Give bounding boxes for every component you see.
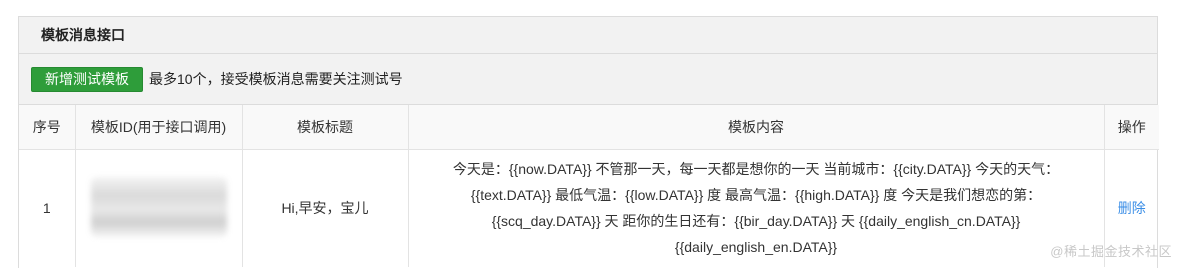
delete-link[interactable]: 删除 [1118, 200, 1146, 216]
header-index: 序号 [19, 105, 76, 149]
header-action: 操作 [1117, 118, 1146, 135]
header-template-title: 模板标题 [242, 105, 409, 149]
panel-title: 模板消息接口 [19, 17, 1157, 54]
template-table: 序号 模板ID(用于接口调用) 模板标题 模板内容 操作 1 Hi,早安，宝儿 … [19, 105, 1159, 267]
table-row: 1 Hi,早安，宝儿 今天是：{{now.DATA}} 不管那一天，每一天都是想… [19, 149, 1159, 267]
row-template-id [75, 149, 243, 267]
header-template-content: 模板内容 [408, 105, 1105, 149]
template-limit-note: 最多10个，接受模板消息需要关注测试号 [149, 71, 403, 87]
toolbar: 新增测试模板 最多10个，接受模板消息需要关注测试号 [19, 54, 1157, 105]
row-template-title: Hi,早安，宝儿 [242, 149, 409, 267]
watermark: @稀土掘金技术社区 [1050, 244, 1172, 259]
table-header-row: 序号 模板ID(用于接口调用) 模板标题 模板内容 操作 [19, 105, 1159, 149]
row-index: 1 [19, 149, 76, 267]
row-template-content: 今天是：{{now.DATA}} 不管那一天，每一天都是想你的一天 当前城市：{… [408, 149, 1105, 267]
header-template-id: 模板ID(用于接口调用) [75, 105, 243, 149]
redacted-template-id [90, 176, 227, 237]
add-test-template-button[interactable]: 新增测试模板 [31, 66, 143, 92]
template-message-panel: 模板消息接口 新增测试模板 最多10个，接受模板消息需要关注测试号 序号 模板I… [18, 16, 1159, 268]
